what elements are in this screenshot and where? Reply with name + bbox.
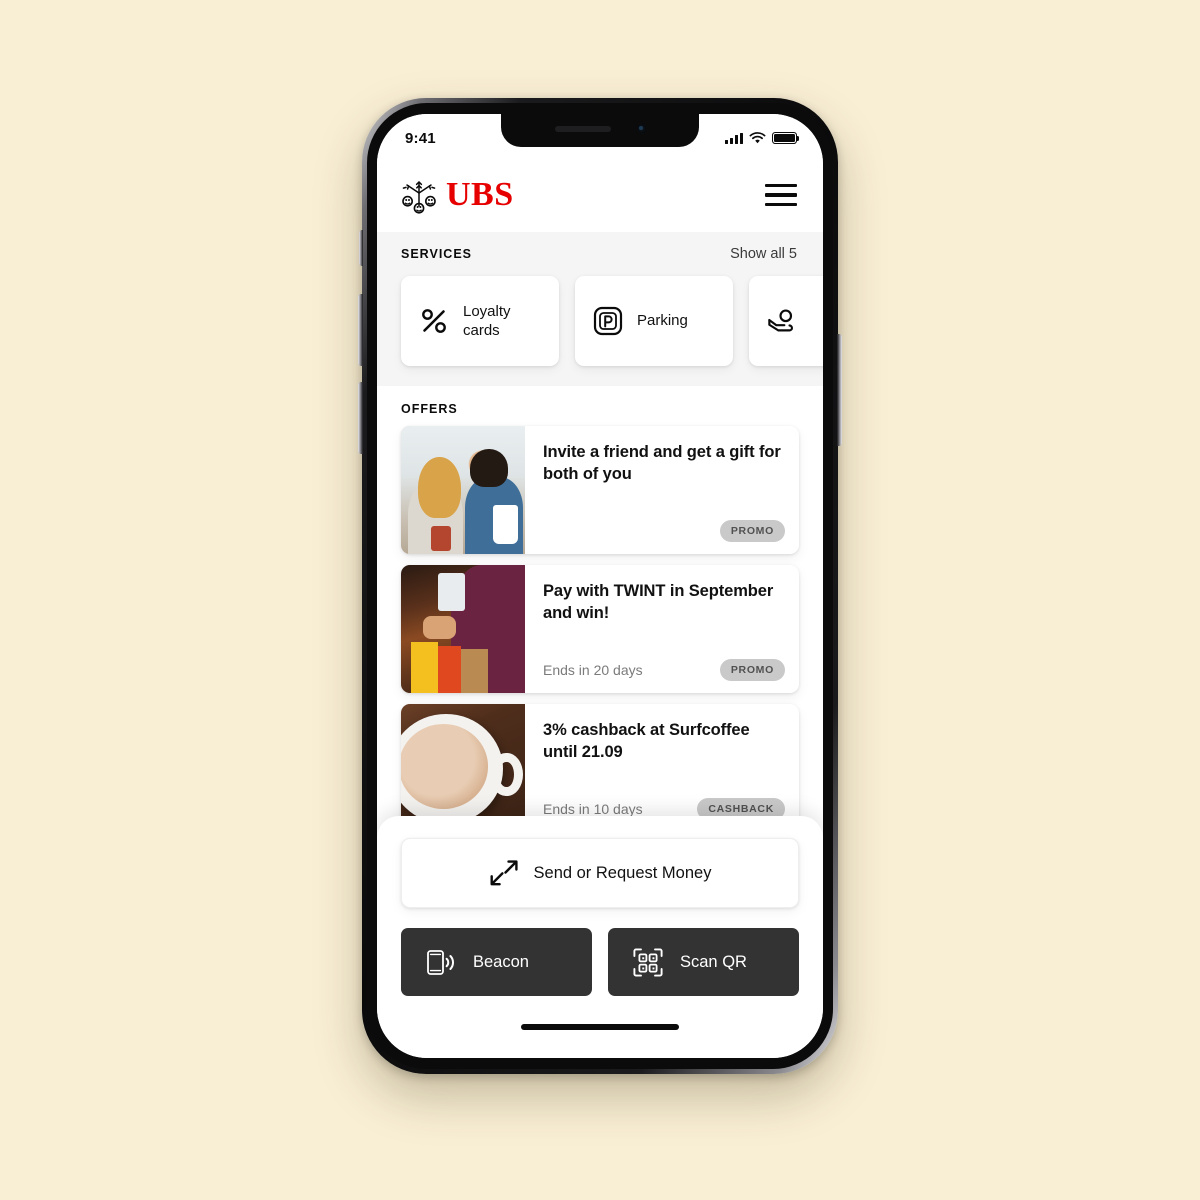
phone-device-frame: 9:41 UBS SERVICES Show all 5 Loyalty car… (358, 98, 842, 1074)
phone-screen: 9:41 UBS SERVICES Show all 5 Loyalty car… (377, 114, 823, 1058)
phone-bezel: 9:41 UBS SERVICES Show all 5 Loyalty car… (367, 103, 833, 1069)
scan-qr-button[interactable]: Scan QR (608, 928, 799, 996)
home-indicator[interactable] (521, 1024, 679, 1030)
offer-title: Pay with TWINT in September and win! (543, 582, 774, 622)
hand-holding-coin-icon (767, 306, 797, 336)
power-button[interactable] (837, 334, 842, 446)
quick-action-row: Beacon Scan QR (401, 928, 799, 996)
brand-logo[interactable]: UBS (401, 176, 514, 214)
offer-ends-text: Ends in 20 days (543, 662, 643, 678)
offer-footer: PROMO (543, 510, 785, 542)
offers-title: OFFERS (401, 402, 458, 416)
offer-title: 3% cashback at Surfcoffee until 21.09 (543, 721, 750, 761)
offer-title: Invite a friend and get a gift for both … (543, 443, 781, 483)
offer-card-invite-friend[interactable]: Invite a friend and get a gift for both … (401, 426, 799, 554)
status-indicators (725, 132, 800, 144)
cellular-bars-icon (725, 132, 743, 144)
qr-code-icon (632, 947, 664, 978)
offers-header: OFFERS (377, 386, 823, 426)
service-label: Loyalty cards (463, 302, 511, 339)
status-time: 9:41 (405, 129, 436, 147)
offer-thumbnail (401, 704, 525, 832)
send-or-request-money-label: Send or Request Money (533, 863, 712, 882)
hamburger-menu-icon[interactable] (765, 183, 797, 207)
battery-full-icon (772, 132, 800, 144)
wifi-icon (749, 132, 766, 144)
front-camera-icon (636, 124, 646, 133)
beacon-button[interactable]: Beacon (401, 928, 592, 996)
volume-up-button[interactable] (358, 294, 363, 366)
offer-body: 3% cashback at Surfcoffee until 21.09 En… (525, 704, 799, 832)
bottom-action-sheet: Send or Request Money Beacon Scan QR (377, 816, 823, 1058)
home-indicator-area (401, 996, 799, 1058)
volume-down-button[interactable] (358, 382, 363, 454)
percent-icon (419, 306, 449, 336)
service-card-loyalty-cards[interactable]: Loyalty cards (401, 276, 559, 366)
notch (501, 114, 699, 147)
offer-badge: PROMO (719, 659, 785, 681)
phone-beacon-icon (425, 947, 457, 977)
offer-thumbnail (401, 565, 525, 693)
service-card-donate[interactable] (749, 276, 823, 366)
services-show-all-link[interactable]: Show all 5 (730, 246, 797, 262)
offer-thumbnail (401, 426, 525, 554)
offer-ends-text: Ends in 10 days (543, 801, 643, 817)
screenshot-canvas: 9:41 UBS SERVICES Show all 5 Loyalty car… (0, 0, 1200, 1200)
offer-badge: PROMO (719, 520, 785, 542)
send-or-request-money-button[interactable]: Send or Request Money (401, 838, 799, 908)
silent-switch-button[interactable] (359, 230, 363, 266)
services-title: SERVICES (401, 247, 472, 261)
services-header: SERVICES Show all 5 (377, 232, 823, 272)
earpiece-speaker-icon (554, 125, 611, 132)
offer-card-surfcoffee[interactable]: 3% cashback at Surfcoffee until 21.09 En… (401, 704, 799, 832)
services-carousel[interactable]: Loyalty cards Parking (377, 272, 823, 380)
offer-body: Pay with TWINT in September and win! End… (525, 565, 799, 693)
offers-list: Invite a friend and get a gift for both … (377, 426, 823, 832)
beacon-label: Beacon (473, 952, 529, 971)
offer-footer: Ends in 20 days PROMO (543, 649, 785, 681)
offers-section: OFFERS Invite a friend and get a gift fo… (377, 386, 823, 832)
app-header: UBS (377, 158, 823, 232)
offer-card-twint[interactable]: Pay with TWINT in September and win! End… (401, 565, 799, 693)
parking-p-icon (593, 306, 623, 336)
send-receive-arrows-icon (489, 859, 519, 887)
scan-qr-label: Scan QR (680, 952, 747, 971)
service-label: Parking (637, 312, 688, 330)
ubs-keys-logo-icon (402, 181, 436, 214)
brand-name: UBS (446, 176, 514, 213)
services-section: SERVICES Show all 5 Loyalty cards Parkin… (377, 232, 823, 386)
offer-body: Invite a friend and get a gift for both … (525, 426, 799, 554)
service-card-parking[interactable]: Parking (575, 276, 733, 366)
